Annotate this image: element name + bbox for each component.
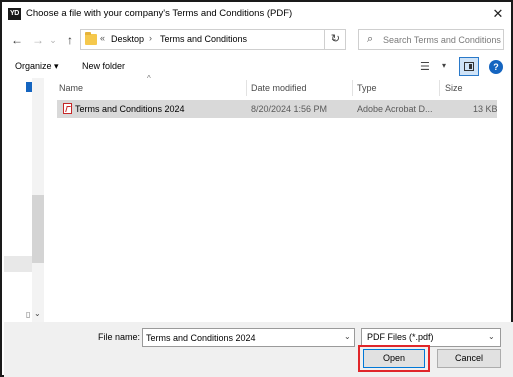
view-options-icon[interactable]: ☰ bbox=[420, 60, 430, 73]
scroll-down-chevron-icon[interactable]: ⌄ bbox=[34, 309, 41, 318]
column-divider[interactable] bbox=[352, 80, 353, 96]
breadcrumb-overflow-icon[interactable]: « bbox=[100, 33, 105, 43]
file-type: Adobe Acrobat D... bbox=[357, 104, 433, 114]
breadcrumb-separator-icon: › bbox=[149, 33, 152, 43]
file-name-dropdown-chevron-icon[interactable]: ⌄ bbox=[344, 332, 351, 341]
navigation-pane-scrollbar[interactable] bbox=[32, 78, 44, 322]
pdf-file-icon bbox=[63, 103, 72, 114]
sort-ascending-icon: ^ bbox=[147, 74, 151, 83]
organize-button[interactable]: Organize ▾ bbox=[15, 61, 59, 72]
file-name-combobox[interactable]: ⌄ bbox=[142, 328, 355, 347]
column-header-name[interactable]: Name bbox=[59, 83, 83, 93]
search-icon: ⌕ bbox=[367, 33, 374, 45]
navigation-pane-scrollbar-thumb[interactable] bbox=[32, 195, 44, 263]
column-header-date-modified[interactable]: Date modified bbox=[251, 83, 307, 93]
address-bar[interactable]: « Desktop › Terms and Conditions ⌄ bbox=[80, 29, 346, 50]
dialog-footer: File name: ⌄ PDF Files (*.pdf) ⌄ Open Ca… bbox=[4, 322, 513, 377]
file-date-modified: 8/20/2024 1:56 PM bbox=[251, 104, 328, 114]
file-type-filter: PDF Files (*.pdf) bbox=[367, 332, 434, 342]
preview-pane-button[interactable] bbox=[459, 57, 479, 76]
breadcrumb-desktop[interactable]: Desktop bbox=[111, 34, 144, 44]
folder-icon bbox=[85, 32, 97, 45]
file-type-dropdown-chevron-icon[interactable]: ⌄ bbox=[488, 332, 495, 341]
file-row-selected[interactable]: Terms and Conditions 2024 8/20/2024 1:56… bbox=[57, 100, 498, 118]
file-name-input[interactable] bbox=[146, 331, 338, 344]
navigation-pane[interactable]: ▯ ⌄ bbox=[4, 78, 44, 322]
document-icon: ▯ bbox=[26, 310, 31, 319]
title-bar: YD Choose a file with your company's Ter… bbox=[2, 2, 511, 26]
new-folder-button[interactable]: New folder bbox=[82, 61, 125, 71]
up-arrow-icon[interactable]: ↑ bbox=[63, 32, 77, 48]
column-divider[interactable] bbox=[246, 80, 247, 96]
preview-pane-icon bbox=[464, 62, 474, 71]
column-header-type[interactable]: Type bbox=[357, 83, 377, 93]
breadcrumb-terms-and-conditions[interactable]: Terms and Conditions bbox=[160, 34, 247, 44]
back-arrow-icon[interactable]: ← bbox=[10, 32, 24, 48]
cancel-button[interactable]: Cancel bbox=[437, 349, 501, 368]
column-header-size[interactable]: Size bbox=[445, 83, 463, 93]
search-box[interactable]: ⌕ bbox=[358, 29, 504, 50]
file-open-dialog: YD Choose a file with your company's Ter… bbox=[0, 0, 513, 377]
file-name-label: File name: bbox=[98, 332, 141, 342]
file-list[interactable]: ^ Name Date modified Type Size Terms and… bbox=[52, 74, 503, 322]
file-name: Terms and Conditions 2024 bbox=[75, 104, 185, 114]
app-logo-icon: YD bbox=[8, 8, 21, 20]
refresh-icon[interactable]: ↻ bbox=[324, 29, 346, 50]
search-input[interactable] bbox=[383, 32, 501, 47]
close-button[interactable]: ✕ bbox=[488, 4, 508, 24]
forward-arrow-icon[interactable]: → bbox=[31, 32, 45, 48]
column-divider[interactable] bbox=[439, 80, 440, 96]
dialog-title: Choose a file with your company's Terms … bbox=[26, 8, 293, 19]
view-dropdown-chevron-icon[interactable]: ▾ bbox=[442, 61, 446, 70]
open-button[interactable]: Open bbox=[363, 349, 425, 368]
recent-locations-chevron-icon[interactable]: ⌄ bbox=[46, 32, 60, 48]
file-size: 13 KB bbox=[473, 104, 498, 114]
help-icon[interactable]: ? bbox=[489, 60, 503, 74]
navigation-pane-selected-item[interactable] bbox=[4, 256, 32, 272]
